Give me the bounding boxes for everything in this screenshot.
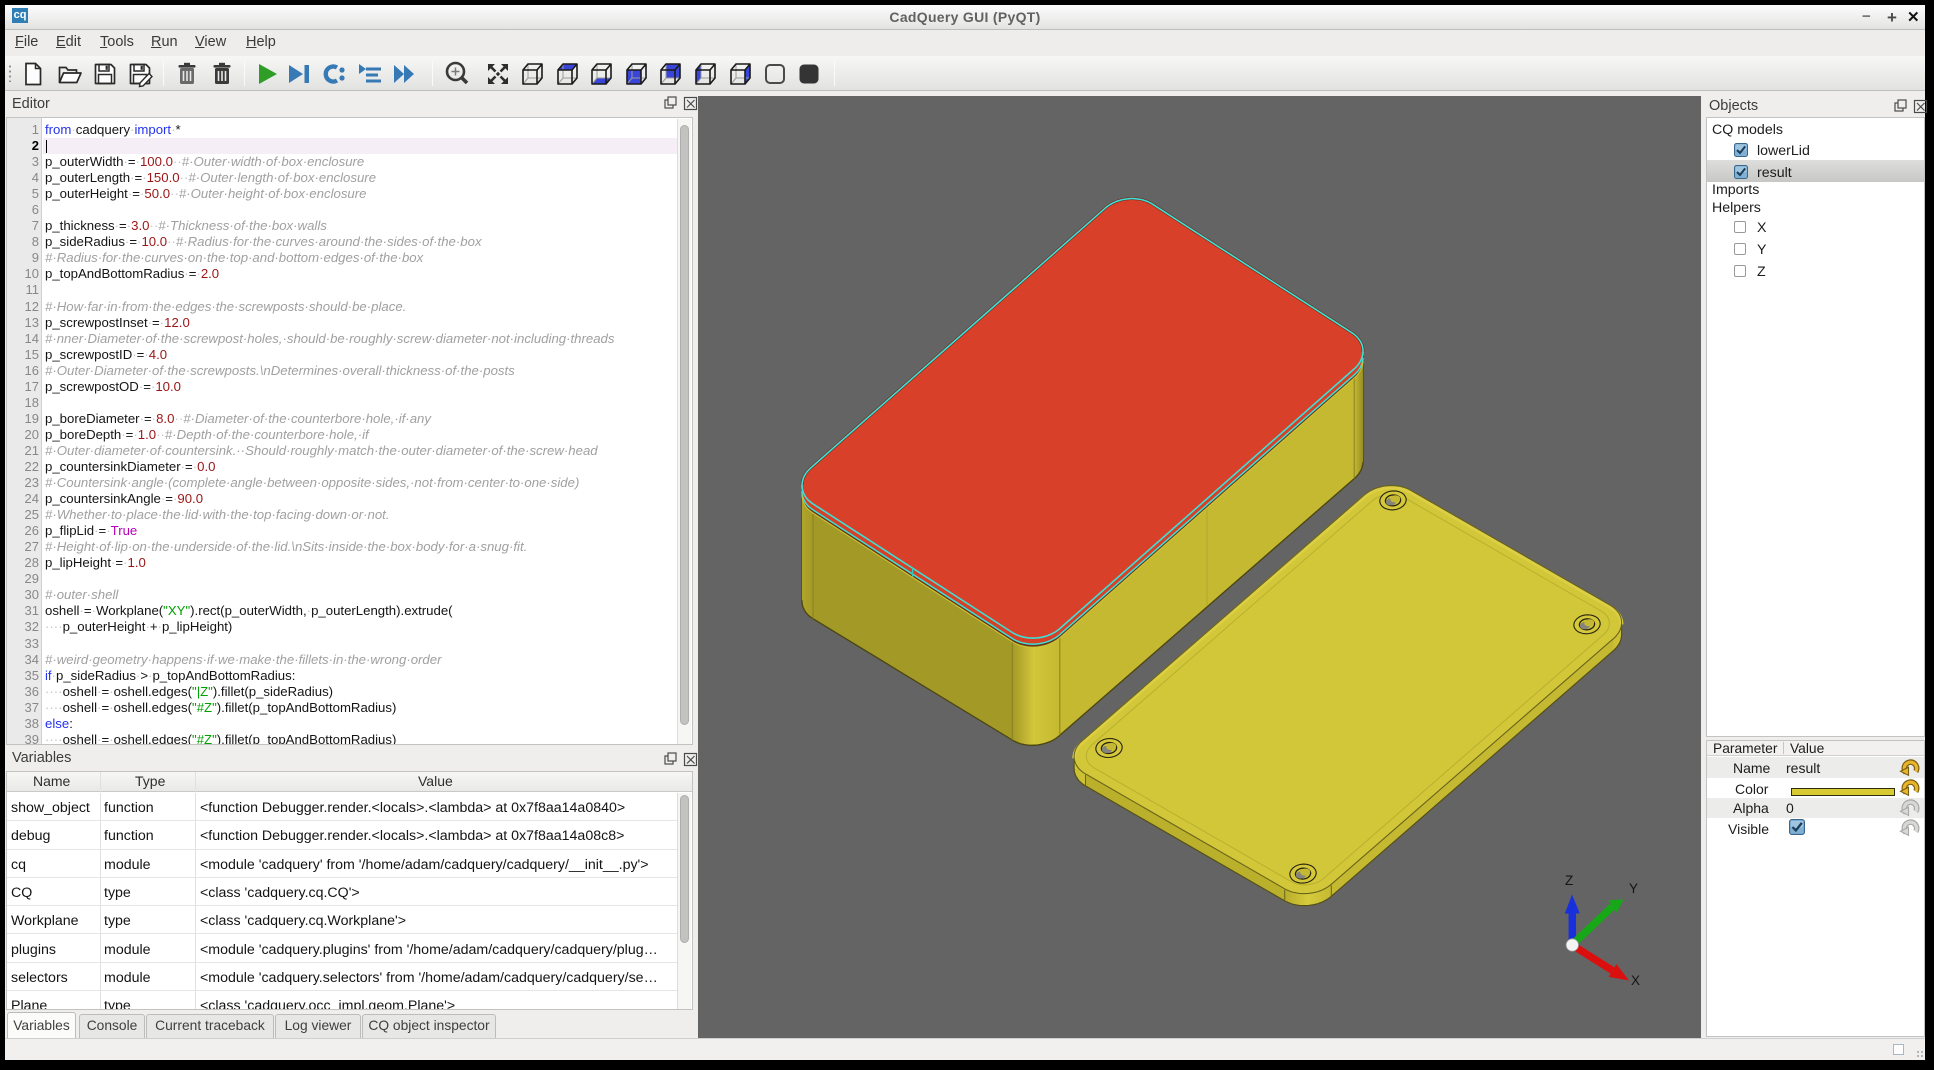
svg-text:Z: Z bbox=[1565, 873, 1573, 888]
svg-text:Y: Y bbox=[1629, 881, 1638, 896]
svg-text:X: X bbox=[1631, 973, 1640, 988]
